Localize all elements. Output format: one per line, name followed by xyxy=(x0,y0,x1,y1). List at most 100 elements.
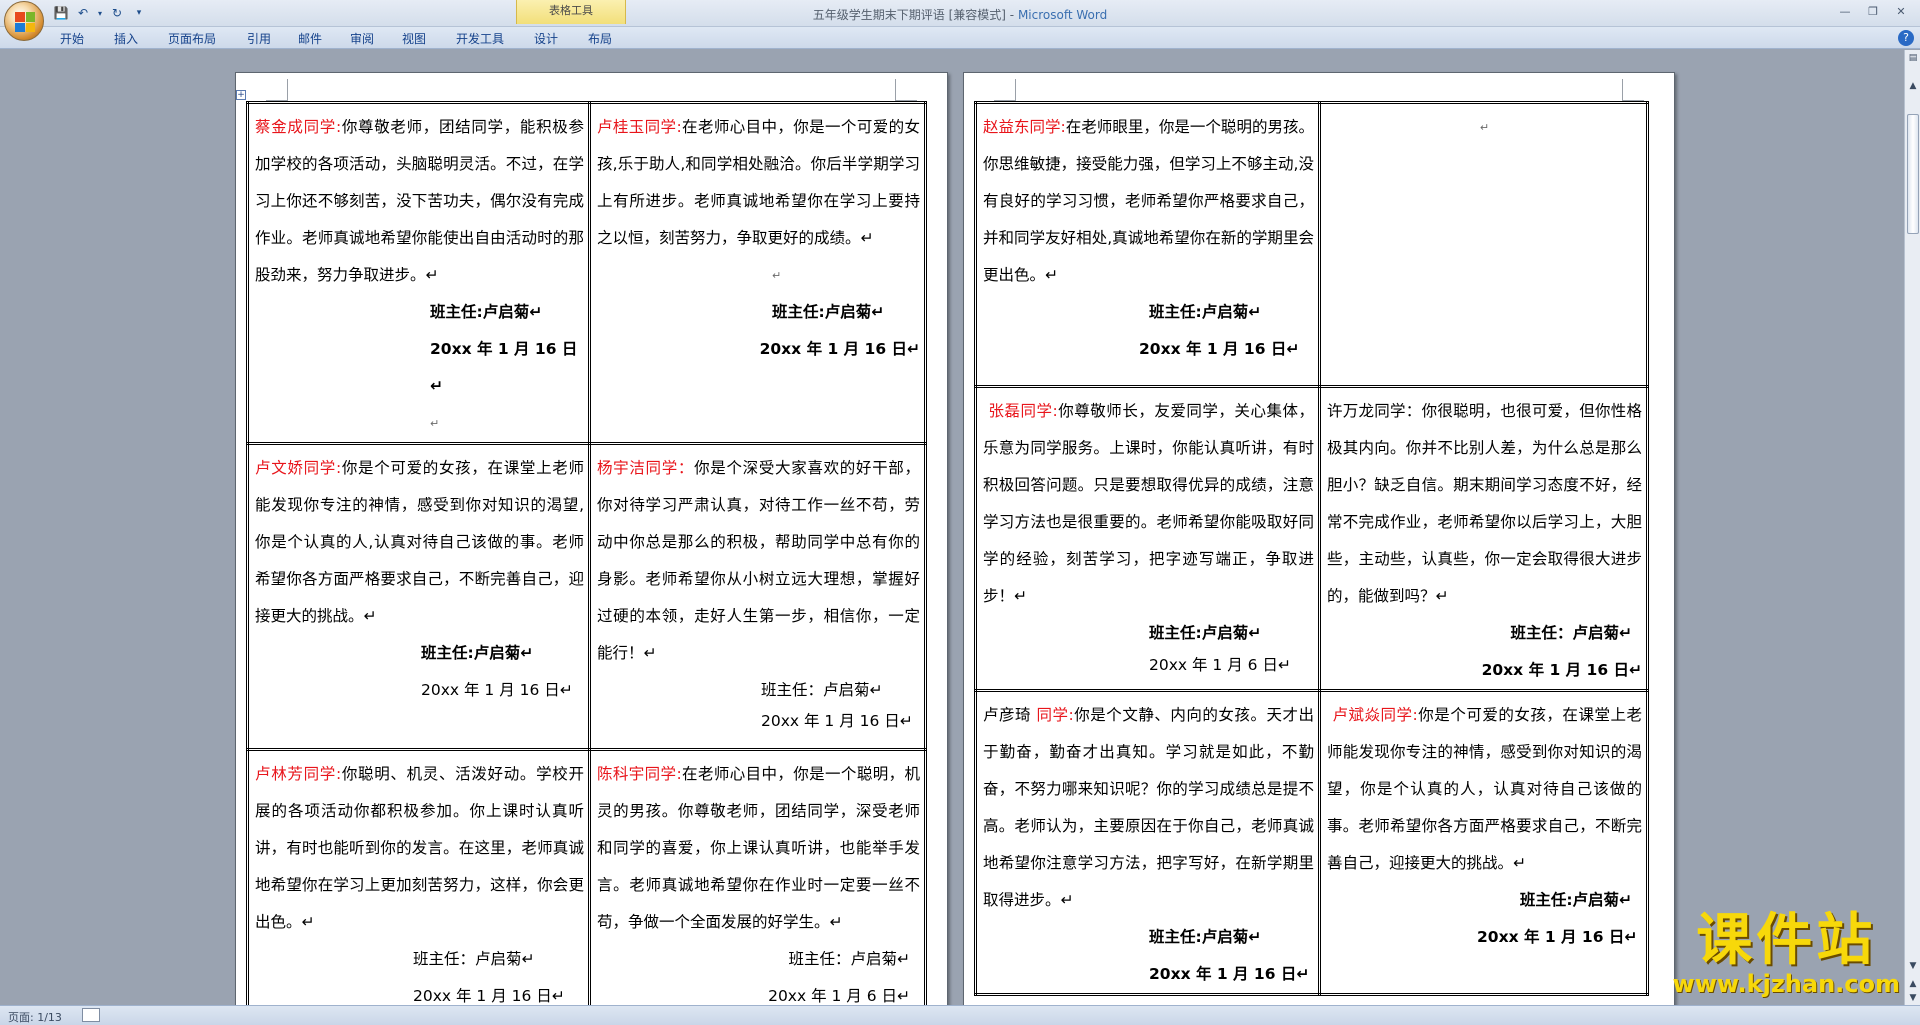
student-name: 卢桂玉同学: xyxy=(597,118,682,136)
comment-text: 在老师眼里，你是一个聪明的男孩。你思维敏捷，接受能力强，但学习上不够主动,没有良… xyxy=(983,118,1314,284)
minimize-icon[interactable]: — xyxy=(1832,3,1858,21)
comment-text: 你是个可爱的女孩，在课堂上老师能发现你专注的神情，感受到你对知识的渴望，你是个认… xyxy=(1327,706,1642,872)
teacher-signature: 班主任：卢启菊↵ xyxy=(761,681,883,699)
language-indicator-icon[interactable] xyxy=(82,1008,100,1022)
tab-developer[interactable]: 开发工具 xyxy=(446,30,514,47)
table-cell[interactable]: 赵益东同学:在老师眼里，你是一个聪明的男孩。你思维敏捷，接受能力强，但学习上不够… xyxy=(974,101,1321,388)
vertical-scrollbar[interactable]: ▤ ▲ ▼ ▲ ▼ xyxy=(1904,50,1920,1005)
restore-icon[interactable]: ❐ xyxy=(1860,3,1886,21)
comment-date: 20xx 年 1 月 6 日↵ xyxy=(768,987,910,1005)
table-row: 卢彦琦 同学:你是个文静、内向的女孩。天才出于勤奋，勤奋才出真知。学习就是如此，… xyxy=(974,689,1649,996)
paragraph: 卢斌焱同学:你是个可爱的女孩，在课堂上老师能发现你专注的神情，感受到你对知识的渴… xyxy=(1327,697,1642,882)
page-corner-mark xyxy=(895,79,917,101)
student-name: 张磊同学: xyxy=(988,402,1058,420)
tab-home[interactable]: 开始 xyxy=(50,30,94,47)
paragraph: 卢彦琦 同学:你是个文静、内向的女孩。天才出于勤奋，勤奋才出真知。学习就是如此，… xyxy=(983,697,1314,919)
student-name: 卢文娇同学: xyxy=(255,459,342,477)
table-cell[interactable]: 卢斌焱同学:你是个可爱的女孩，在课堂上老师能发现你专注的神情，感受到你对知识的渴… xyxy=(1318,689,1649,996)
close-icon[interactable]: ✕ xyxy=(1888,3,1914,21)
teacher-signature: 班主任:卢启菊↵ xyxy=(1149,624,1262,642)
paragraph: 陈科宇同学:在老师心目中，你是一个聪明，机灵的男孩。你尊敬老师，团结同学，深受老… xyxy=(597,756,920,941)
table-move-handle-icon[interactable]: + xyxy=(236,90,246,100)
comment-date: 20xx 年 1 月 16 日↵ xyxy=(1477,928,1638,946)
table-cell[interactable]: 陈科宇同学:在老师心目中，你是一个聪明，机灵的男孩。你尊敬老师，团结同学，深受老… xyxy=(588,748,927,1005)
paragraph: 许万龙同学：你很聪明，也很可爱，但你性格极其内向。你并不比别人差，为什么总是那么… xyxy=(1327,393,1642,615)
teacher-signature: 班主任：卢启菊↵ xyxy=(413,950,535,968)
table-row: 卢文娇同学:你是个可爱的女孩，在课堂上老师能发现你专注的神情，感受到你对知识的渴… xyxy=(246,442,927,751)
paragraph-mark: ↵ xyxy=(430,417,440,430)
comment-date: 20xx 年 1 月 6 日↵ xyxy=(1149,656,1291,674)
paragraph: 杨宇洁同学：你是个深受大家喜欢的好干部，你对待学习严肃认真，对待工作一丝不苟，劳… xyxy=(597,450,920,672)
table-row: 蔡金成同学:你尊敬老师，团结同学，能积极参加学校的各项活动，头脑聪明灵活。不过，… xyxy=(246,101,927,445)
paragraph-mark: ↵ xyxy=(772,269,782,282)
site-watermark-logo: 课件站 www.kjzhan.com xyxy=(1673,908,1900,998)
tab-page-layout[interactable]: 页面布局 xyxy=(158,30,226,47)
paragraph: 赵益东同学:在老师眼里，你是一个聪明的男孩。你思维敏捷，接受能力强，但学习上不够… xyxy=(983,109,1314,294)
comment-text: 你是个文静、内向的女孩。天才出于勤奋，勤奋才出真知。学习就是如此，不勤奋，不努力… xyxy=(983,706,1314,909)
page-indicator[interactable]: 页面: 1/13 xyxy=(8,1009,62,1025)
comment-date: 20xx 年 1 月 16 日↵ xyxy=(430,340,578,395)
comment-date: 20xx 年 1 月 16 日↵ xyxy=(759,340,920,358)
table-cell[interactable]: 杨宇洁同学：你是个深受大家喜欢的好干部，你对待学习严肃认真，对待工作一丝不苟，劳… xyxy=(588,442,927,751)
teacher-signature: 班主任:卢启菊↵ xyxy=(1149,303,1262,321)
comment-text: 你尊敬老师，团结同学，能积极参加学校的各项活动，头脑聪明灵活。不过，在学习上你还… xyxy=(255,118,584,284)
tab-layout[interactable]: 布局 xyxy=(578,30,622,47)
table-cell[interactable]: 卢彦琦 同学:你是个文静、内向的女孩。天才出于勤奋，勤奋才出真知。学习就是如此，… xyxy=(974,689,1321,996)
page-corner-mark xyxy=(1622,79,1644,101)
scroll-thumb[interactable] xyxy=(1907,114,1919,234)
page-corner-mark xyxy=(266,79,288,101)
teacher-signature: 班主任:卢启菊↵ xyxy=(772,303,885,321)
comment-text: 在老师心目中，你是一个聪明，机灵的男孩。你尊敬老师，团结同学，深受老师和同学的喜… xyxy=(597,765,920,931)
tab-mailings[interactable]: 邮件 xyxy=(288,30,332,47)
page-left: + 蔡金成同学:你尊敬老师，团结同学，能积极参加学校的各项活动，头脑聪明灵活。不… xyxy=(235,72,948,1005)
table-row: 张磊同学:你尊敬师长，友爱同学，关心集体，乐意为同学服务。上课时，你能认真听讲，… xyxy=(974,385,1649,692)
comment-date: 20xx 年 1 月 16 日↵ xyxy=(1481,661,1642,679)
window-controls: — ❐ ✕ xyxy=(1832,3,1914,21)
table-cell[interactable]: 张磊同学:你尊敬师长，友爱同学，关心集体，乐意为同学服务。上课时，你能认真听讲，… xyxy=(974,385,1321,692)
table-row: 赵益东同学:在老师眼里，你是一个聪明的男孩。你思维敏捷，接受能力强，但学习上不够… xyxy=(974,101,1649,388)
student-name: 陈科宇同学: xyxy=(597,765,682,783)
previous-page-icon[interactable]: ▲ xyxy=(1907,978,1919,990)
student-name: 蔡金成同学: xyxy=(255,118,342,136)
status-bar: 页面: 1/13 xyxy=(0,1005,1920,1025)
ribbon-tab-bar: 开始 插入 页面布局 引用 邮件 审阅 视图 开发工具 设计 布局 ? xyxy=(0,27,1920,49)
help-icon[interactable]: ? xyxy=(1898,30,1914,46)
comment-text: 你尊敬师长，友爱同学，关心集体，乐意为同学服务。上课时，你能认真听讲，有时积极回… xyxy=(983,402,1314,605)
scroll-up-icon[interactable]: ▲ xyxy=(1907,80,1919,92)
teacher-signature: 班主任:卢启菊↵ xyxy=(1519,891,1632,909)
scroll-down-icon[interactable]: ▼ xyxy=(1907,960,1919,972)
student-name: 杨宇洁同学： xyxy=(597,459,695,477)
paragraph: 卢桂玉同学:在老师心目中，你是一个可爱的女孩,乐于助人,和同学相处融洽。你后半学… xyxy=(597,109,920,257)
tab-review[interactable]: 审阅 xyxy=(340,30,384,47)
table-cell[interactable]: 卢林芳同学:你聪明、机灵、活泼好动。学校开展的各项活动你都积极参加。你上课时认真… xyxy=(246,748,591,1005)
comment-date: 20xx 年 1 月 16 日↵ xyxy=(421,681,573,699)
document-title: 五年级学生期末下期评语 [兼容模式] xyxy=(812,8,1006,22)
ruler-toggle-icon[interactable]: ▤ xyxy=(1907,52,1919,64)
office-button[interactable] xyxy=(4,1,44,41)
comment-date: 20xx 年 1 月 16 日↵ xyxy=(761,712,913,730)
title-bar: 💾 ↶ ▾ ↻ ▾ 表格工具 五年级学生期末下期评语 [兼容模式] - Micr… xyxy=(0,0,1920,27)
teacher-signature: 班主任：卢启菊↵ xyxy=(788,950,911,968)
paragraph: 卢文娇同学:你是个可爱的女孩，在课堂上老师能发现你专注的神情，感受到你对知识的渴… xyxy=(255,450,584,635)
tab-insert[interactable]: 插入 xyxy=(104,30,148,47)
paragraph: 蔡金成同学:你尊敬老师，团结同学，能积极参加学校的各项活动，头脑聪明灵活。不过，… xyxy=(255,109,584,294)
table-cell[interactable]: 卢桂玉同学:在老师心目中，你是一个可爱的女孩,乐于助人,和同学相处融洽。你后半学… xyxy=(588,101,927,445)
table-cell[interactable]: 卢文娇同学:你是个可爱的女孩，在课堂上老师能发现你专注的神情，感受到你对知识的渴… xyxy=(246,442,591,751)
tab-references[interactable]: 引用 xyxy=(237,30,281,47)
title-separator: - xyxy=(1005,8,1018,22)
table-cell[interactable]: 许万龙同学：你很聪明，也很可爱，但你性格极其内向。你并不比别人差，为什么总是那么… xyxy=(1318,385,1649,692)
table-cell[interactable]: ↵ xyxy=(1318,101,1649,388)
evaluation-table-right: 赵益东同学:在老师眼里，你是一个聪明的男孩。你思维敏捷，接受能力强，但学习上不够… xyxy=(974,101,1649,996)
evaluation-table-left: 蔡金成同学:你尊敬老师，团结同学，能积极参加学校的各项活动，头脑聪明灵活。不过，… xyxy=(246,101,927,1005)
comment-text: 你聪明、机灵、活泼好动。学校开展的各项活动你都积极参加。你上课时认真听讲，有时也… xyxy=(255,765,584,931)
comment-date: 20xx 年 1 月 16 日↵ xyxy=(413,987,565,1005)
watermark-logo-text: 课件站 xyxy=(1696,908,1877,973)
student-name: 卢斌焱同学: xyxy=(1332,706,1418,724)
tab-design[interactable]: 设计 xyxy=(524,30,568,47)
student-name: 同学: xyxy=(1036,706,1074,724)
table-cell[interactable]: 蔡金成同学:你尊敬老师，团结同学，能积极参加学校的各项活动，头脑聪明灵活。不过，… xyxy=(246,101,591,445)
next-page-icon[interactable]: ▼ xyxy=(1907,992,1919,1004)
comment-date: 20xx 年 1 月 16 日↵ xyxy=(1149,965,1310,983)
tab-view[interactable]: 视图 xyxy=(392,30,436,47)
page-corner-mark xyxy=(994,79,1016,101)
